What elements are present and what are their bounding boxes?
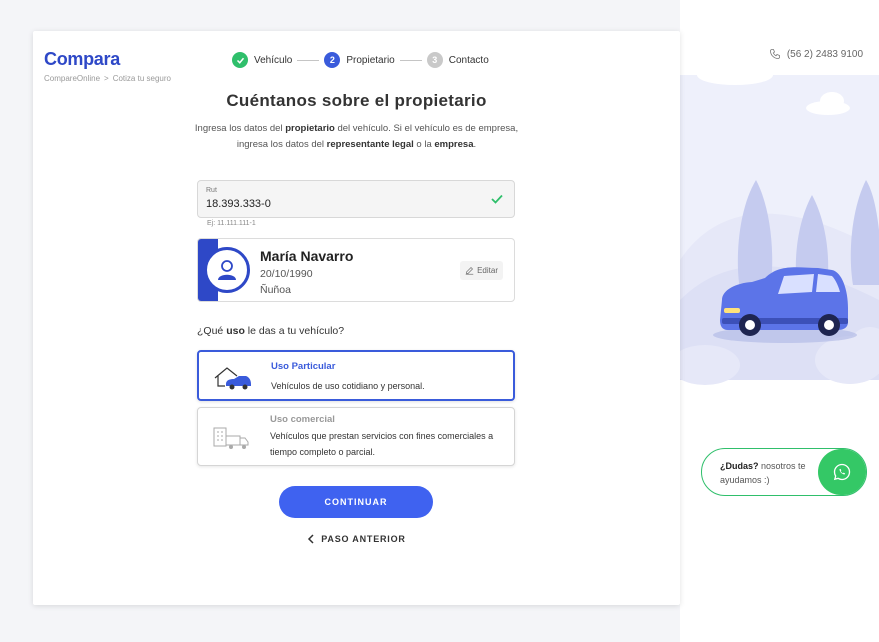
option-title: Uso Particular bbox=[271, 361, 336, 372]
owner-card: María Navarro 20/10/1990 Ñuñoa Editar bbox=[197, 238, 515, 302]
desc-text: . bbox=[473, 139, 477, 150]
usage-option-particular[interactable]: Uso Particular Vehículos de uso cotidian… bbox=[197, 350, 515, 401]
desc-bold: empresa bbox=[434, 139, 474, 150]
user-icon bbox=[218, 260, 236, 280]
option-title: Uso comercial bbox=[270, 414, 335, 425]
desc-bold: representante legal bbox=[326, 139, 414, 150]
question-bold: uso bbox=[226, 325, 245, 337]
phone-contact[interactable]: (56 2) 2483 9100 bbox=[769, 48, 863, 60]
avatar bbox=[204, 247, 250, 293]
step-vehiculo: Vehículo bbox=[232, 52, 292, 68]
step-connector bbox=[297, 59, 320, 61]
help-widget[interactable]: ¿Dudas? nosotros te ayudamos :) bbox=[701, 448, 867, 496]
usage-option-comercial[interactable]: Uso comercial Vehículos que prestan serv… bbox=[197, 407, 515, 466]
option-description: Vehículos de uso cotidiano y personal. bbox=[271, 381, 425, 391]
check-icon bbox=[232, 52, 248, 68]
previous-step-label: PASO ANTERIOR bbox=[321, 534, 406, 544]
form-card: Compara CompareOnline > Cotiza tu seguro… bbox=[33, 31, 680, 605]
question-text: ¿Qué bbox=[197, 325, 227, 337]
breadcrumb-current: Cotiza tu seguro bbox=[112, 74, 171, 83]
whatsapp-icon bbox=[833, 463, 851, 481]
building-truck-icon bbox=[213, 427, 249, 449]
page-title: Cuéntanos sobre el propietario bbox=[226, 91, 487, 110]
phone-icon bbox=[769, 49, 780, 59]
whatsapp-button[interactable] bbox=[818, 449, 866, 495]
help-bold: ¿Dudas? bbox=[720, 461, 759, 471]
breadcrumb-separator: > bbox=[104, 74, 109, 83]
breadcrumb: CompareOnline > Cotiza tu seguro bbox=[44, 74, 171, 83]
edit-icon bbox=[465, 266, 474, 275]
rut-input[interactable]: 18.393.333-0 bbox=[206, 198, 271, 210]
desc-text: o la bbox=[413, 139, 435, 150]
edit-label: Editar bbox=[477, 266, 498, 275]
rut-hint: Ej: 11.111.111-1 bbox=[207, 220, 256, 227]
page-description: Ingresa los datos del propietario del ve… bbox=[183, 121, 530, 153]
edit-owner-button[interactable]: Editar bbox=[460, 261, 503, 280]
desc-bold: propietario bbox=[285, 123, 335, 134]
step-connector bbox=[399, 59, 422, 61]
help-text: ¿Dudas? nosotros te ayudamos :) bbox=[720, 459, 815, 487]
previous-step-button[interactable]: PASO ANTERIOR bbox=[33, 534, 680, 544]
rut-label: Rut bbox=[206, 187, 217, 194]
owner-commune: Ñuñoa bbox=[260, 284, 291, 296]
valid-check-icon bbox=[491, 194, 503, 204]
owner-name: María Navarro bbox=[260, 248, 354, 264]
owner-birthdate: 20/10/1990 bbox=[260, 268, 313, 280]
step-label: Propietario bbox=[346, 54, 395, 66]
usage-question: ¿Qué uso le das a tu vehículo? bbox=[197, 325, 344, 337]
step-label: Vehículo bbox=[254, 54, 293, 66]
step-label: Contacto bbox=[448, 54, 489, 66]
home-car-icon bbox=[214, 367, 251, 390]
question-text: le das a tu vehículo? bbox=[244, 325, 345, 337]
desc-text: Ingresa los datos del bbox=[194, 123, 286, 134]
option-description: Vehículos que prestan servicios con fine… bbox=[270, 431, 494, 457]
step-number: 2 bbox=[324, 52, 341, 68]
breadcrumb-root[interactable]: CompareOnline bbox=[44, 74, 100, 83]
step-number: 3 bbox=[426, 52, 443, 68]
phone-number: (56 2) 2483 9100 bbox=[786, 48, 863, 60]
progress-stepper: Vehículo 2 Propietario 3 Contacto bbox=[232, 52, 489, 68]
brand-logo[interactable]: Compara bbox=[44, 49, 120, 70]
continue-button[interactable]: CONTINUAR bbox=[279, 486, 433, 518]
step-propietario: 2 Propietario bbox=[324, 52, 395, 68]
step-contacto: 3 Contacto bbox=[426, 52, 489, 68]
chevron-left-icon bbox=[308, 534, 314, 544]
rut-field[interactable]: Rut 18.393.333-0 bbox=[197, 180, 515, 218]
